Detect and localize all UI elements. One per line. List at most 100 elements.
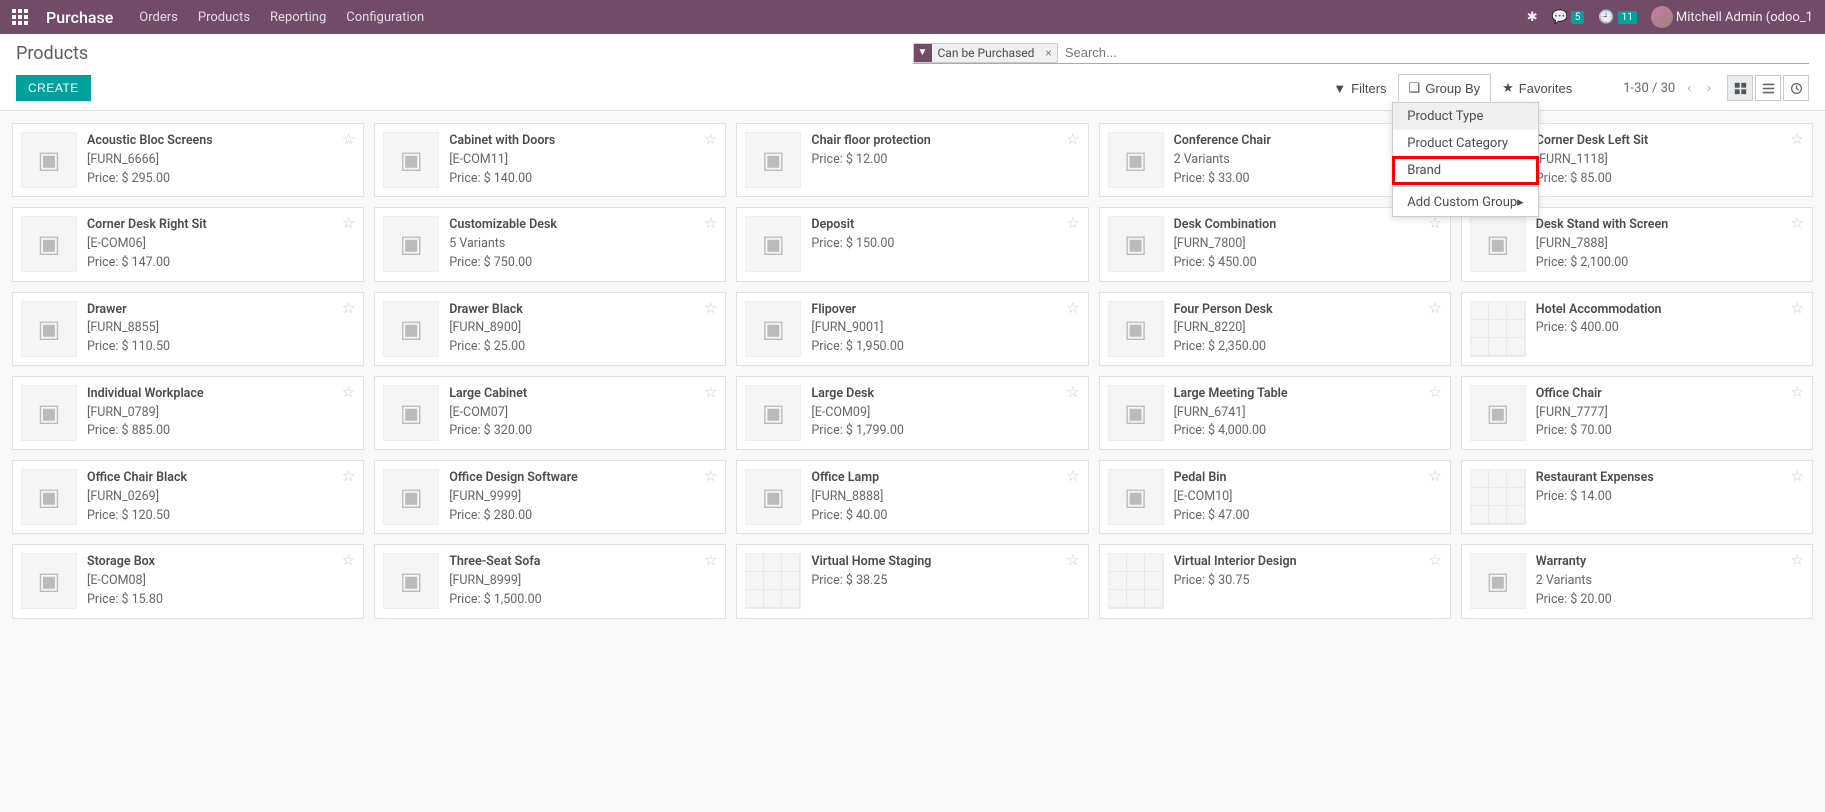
favorite-star-icon[interactable]: ☆	[342, 467, 355, 485]
nav-menu-products[interactable]: Products	[198, 10, 250, 25]
facet-remove[interactable]: ×	[1040, 46, 1056, 60]
create-button[interactable]: CREATE	[16, 75, 91, 101]
favorite-star-icon[interactable]: ☆	[704, 130, 717, 148]
product-name: Four Person Desk	[1174, 301, 1442, 320]
favorite-star-icon[interactable]: ☆	[1428, 299, 1441, 317]
favorite-star-icon[interactable]: ☆	[342, 299, 355, 317]
favorite-star-icon[interactable]: ☆	[1066, 214, 1079, 232]
groupby-add-custom[interactable]: Add Custom Group ▸	[1393, 189, 1537, 216]
product-card[interactable]: ▣Customizable Desk5 VariantsPrice: $ 750…	[374, 207, 726, 281]
product-body: Office Design Software[FURN_9999]Price: …	[449, 469, 717, 525]
product-card[interactable]: ▣Office Design Software[FURN_9999]Price:…	[374, 460, 726, 534]
apps-icon[interactable]	[12, 9, 28, 25]
favorite-star-icon[interactable]: ☆	[1791, 130, 1804, 148]
product-card[interactable]: ▣Chair floor protectionPrice: $ 12.00☆	[736, 123, 1088, 197]
favorite-star-icon[interactable]: ☆	[342, 214, 355, 232]
app-brand[interactable]: Purchase	[46, 8, 113, 27]
favorite-star-icon[interactable]: ☆	[342, 130, 355, 148]
product-name: Desk Combination	[1174, 216, 1442, 235]
favorite-star-icon[interactable]: ☆	[1791, 383, 1804, 401]
favorite-star-icon[interactable]: ☆	[704, 383, 717, 401]
favorite-star-icon[interactable]: ☆	[704, 467, 717, 485]
product-card[interactable]: ▣Acoustic Bloc Screens[FURN_6666]Price: …	[12, 123, 364, 197]
filters-button[interactable]: ▼ Filters	[1322, 74, 1397, 102]
product-card[interactable]: ▣Desk Stand with Screen[FURN_7888]Price:…	[1461, 207, 1813, 281]
favorite-star-icon[interactable]: ☆	[1791, 299, 1804, 317]
nav-menu-reporting[interactable]: Reporting	[270, 10, 326, 25]
favorite-star-icon[interactable]: ☆	[1791, 551, 1804, 569]
product-card[interactable]: ▣Office Chair Black[FURN_0269]Price: $ 1…	[12, 460, 364, 534]
product-price: Price: $ 400.00	[1536, 319, 1804, 338]
product-card[interactable]: Hotel AccommodationPrice: $ 400.00☆	[1461, 292, 1813, 366]
view-activity[interactable]	[1783, 75, 1809, 101]
favorite-star-icon[interactable]: ☆	[1428, 467, 1441, 485]
product-thumbnail: ▣	[21, 385, 77, 441]
favorite-star-icon[interactable]: ☆	[704, 214, 717, 232]
favorite-star-icon[interactable]: ☆	[1428, 551, 1441, 569]
product-thumbnail	[1108, 553, 1164, 609]
product-card[interactable]: ▣Storage Box[E-COM08]Price: $ 15.80☆	[12, 544, 364, 618]
nav-menu-orders[interactable]: Orders	[139, 10, 178, 25]
favorite-star-icon[interactable]: ☆	[1791, 467, 1804, 485]
product-name: Deposit	[811, 216, 1079, 235]
product-card[interactable]: ▣Large Cabinet[E-COM07]Price: $ 320.00☆	[374, 376, 726, 450]
product-body: Individual Workplace[FURN_0789]Price: $ …	[87, 385, 355, 441]
product-card[interactable]: ▣Flipover[FURN_9001]Price: $ 1,950.00☆	[736, 292, 1088, 366]
bug-icon[interactable]: ✱	[1527, 10, 1538, 25]
pager-prev[interactable]: ‹	[1683, 81, 1695, 96]
product-card[interactable]: ▣Desk Combination[FURN_7800]Price: $ 450…	[1099, 207, 1451, 281]
favorites-button[interactable]: ★ Favorites	[1491, 74, 1583, 102]
activities-badge: 11	[1618, 11, 1637, 24]
view-kanban[interactable]	[1727, 75, 1753, 101]
product-card[interactable]: Virtual Interior DesignPrice: $ 30.75☆	[1099, 544, 1451, 618]
pager-range: 1-30 / 30	[1623, 81, 1675, 96]
product-card[interactable]: ▣Corner Desk Right Sit[E-COM06]Price: $ …	[12, 207, 364, 281]
groupby-product-category[interactable]: Product Category	[1393, 130, 1537, 157]
favorite-star-icon[interactable]: ☆	[1066, 467, 1079, 485]
favorite-star-icon[interactable]: ☆	[1791, 214, 1804, 232]
search-input[interactable]	[1062, 42, 1809, 63]
favorite-star-icon[interactable]: ☆	[1428, 383, 1441, 401]
nav-menu-configuration[interactable]: Configuration	[346, 10, 424, 25]
product-card[interactable]: Restaurant ExpensesPrice: $ 14.00☆	[1461, 460, 1813, 534]
product-card[interactable]: ▣Pedal Bin[E-COM10]Price: $ 47.00☆	[1099, 460, 1451, 534]
product-ref: [E-COM08]	[87, 572, 355, 591]
favorite-star-icon[interactable]: ☆	[342, 383, 355, 401]
favorite-star-icon[interactable]: ☆	[1066, 551, 1079, 569]
product-card[interactable]: ▣Drawer Black[FURN_8900]Price: $ 25.00☆	[374, 292, 726, 366]
product-name: Cabinet with Doors	[449, 132, 717, 151]
user-menu[interactable]: Mitchell Admin (odoo_1	[1651, 6, 1813, 28]
favorite-star-icon[interactable]: ☆	[1066, 130, 1079, 148]
product-ref: [FURN_7800]	[1174, 235, 1442, 254]
product-card[interactable]: Virtual Home StagingPrice: $ 38.25☆	[736, 544, 1088, 618]
product-card[interactable]: ▣Four Person Desk[FURN_8220]Price: $ 2,3…	[1099, 292, 1451, 366]
favorite-star-icon[interactable]: ☆	[1066, 383, 1079, 401]
groupby-product-type[interactable]: Product Type	[1393, 103, 1537, 130]
product-card[interactable]: ▣Individual Workplace[FURN_0789]Price: $…	[12, 376, 364, 450]
messages-button[interactable]: 💬 5	[1552, 10, 1585, 25]
product-card[interactable]: ▣Large Meeting Table[FURN_6741]Price: $ …	[1099, 376, 1451, 450]
product-card[interactable]: ▣Large Desk[E-COM09]Price: $ 1,799.00☆	[736, 376, 1088, 450]
favorite-star-icon[interactable]: ☆	[704, 299, 717, 317]
product-price: Price: $ 1,950.00	[811, 338, 1079, 357]
activities-button[interactable]: 🕘 11	[1598, 10, 1636, 25]
favorite-star-icon[interactable]: ☆	[1066, 299, 1079, 317]
product-card[interactable]: ▣Office Lamp[FURN_8888]Price: $ 40.00☆	[736, 460, 1088, 534]
product-card[interactable]: ▣Three-Seat Sofa[FURN_8999]Price: $ 1,50…	[374, 544, 726, 618]
product-price: Price: $ 750.00	[449, 254, 717, 273]
product-ref: [FURN_7777]	[1536, 404, 1804, 423]
product-card[interactable]: ▣Cabinet with Doors[E-COM11]Price: $ 140…	[374, 123, 726, 197]
search-bar[interactable]: ▼ Can be Purchased ×	[913, 42, 1810, 64]
favorite-star-icon[interactable]: ☆	[342, 551, 355, 569]
product-card[interactable]: ▣Drawer[FURN_8855]Price: $ 110.50☆	[12, 292, 364, 366]
pager-next[interactable]: ›	[1703, 81, 1715, 96]
groupby-button[interactable]: ❑ Group By	[1398, 74, 1492, 102]
favorite-star-icon[interactable]: ☆	[704, 551, 717, 569]
product-name: Pedal Bin	[1174, 469, 1442, 488]
product-thumbnail: ▣	[21, 301, 77, 357]
product-card[interactable]: ▣Warranty2 VariantsPrice: $ 20.00☆	[1461, 544, 1813, 618]
view-list[interactable]	[1755, 75, 1781, 101]
product-card[interactable]: ▣Office Chair[FURN_7777]Price: $ 70.00☆	[1461, 376, 1813, 450]
product-card[interactable]: ▣DepositPrice: $ 150.00☆	[736, 207, 1088, 281]
groupby-brand[interactable]: Brand	[1393, 157, 1537, 184]
